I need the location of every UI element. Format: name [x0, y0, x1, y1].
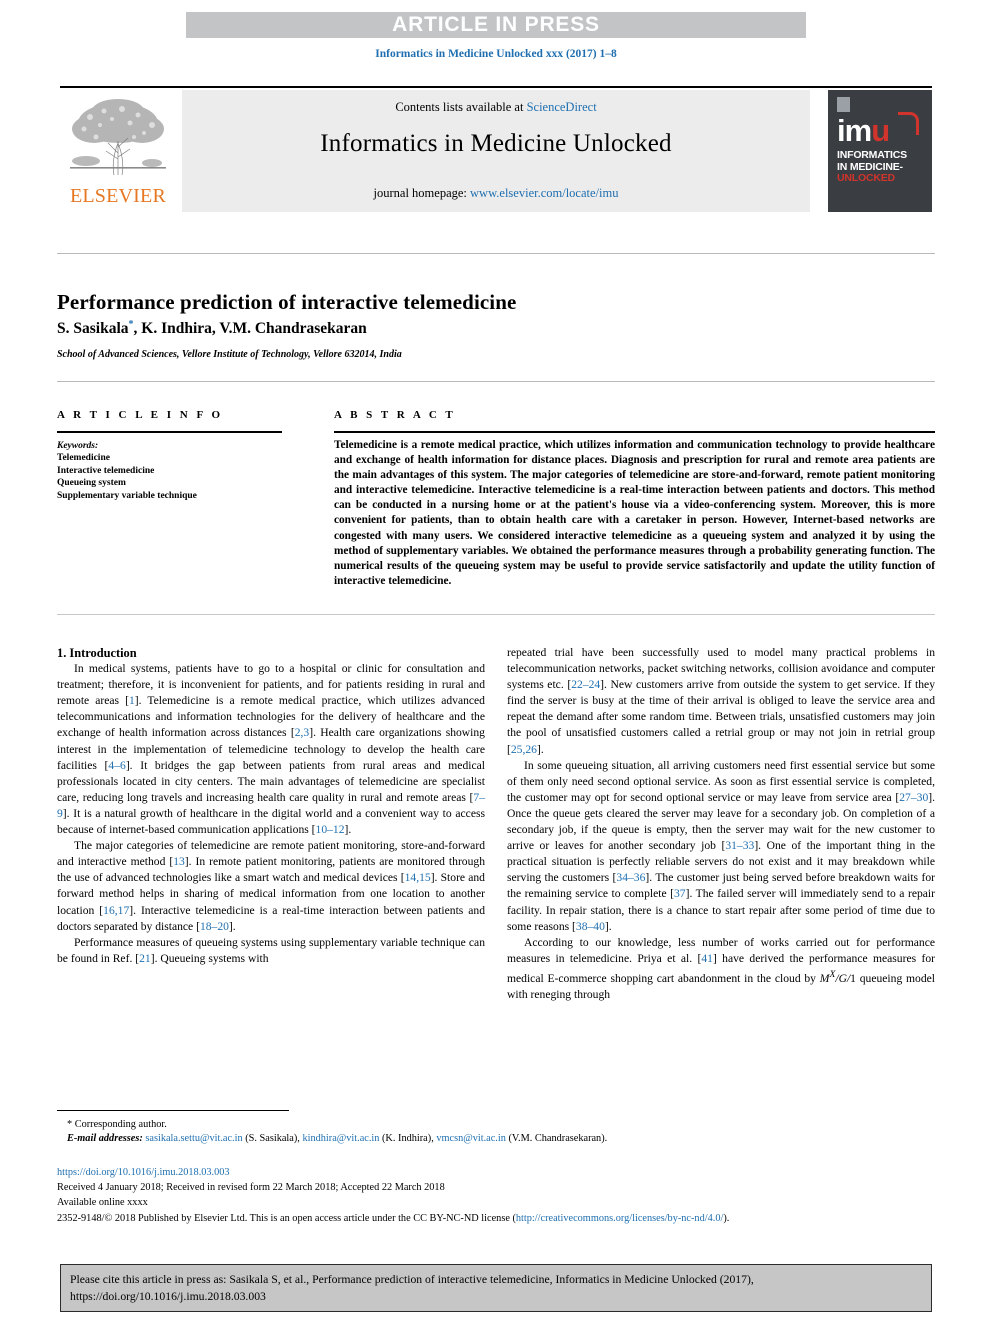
paragraph: The major categories of telemedicine are… — [57, 839, 485, 933]
contents-available-line: Contents lists available at ScienceDirec… — [182, 100, 810, 115]
publication-info-block: https://doi.org/10.1016/j.imu.2018.03.00… — [57, 1165, 947, 1226]
elsevier-tree-icon — [64, 95, 172, 181]
paragraph: According to our knowledge, less number … — [507, 935, 935, 1001]
paragraph: In medical systems, patients have to go … — [57, 662, 485, 837]
cover-stamp-icon — [837, 97, 850, 112]
email-owner-2: (K. Indhira) — [382, 1133, 432, 1144]
copyright-text-post: ). — [723, 1212, 730, 1224]
keyword-item: Telemedicine — [57, 453, 110, 464]
copyright-line: 2352-9148/© 2018 Published by Elsevier L… — [57, 1211, 947, 1226]
journal-homepage-line: journal homepage: www.elsevier.com/locat… — [182, 186, 810, 201]
footnote-rule — [57, 1110, 289, 1111]
sciencedirect-link[interactable]: ScienceDirect — [527, 100, 597, 114]
imu-journal-cover: imu INFORMATICS IN MEDICINE- UNLOCKED — [828, 90, 932, 212]
keyword-item: Interactive telemedicine — [57, 465, 155, 476]
keywords-block: Keywords: Telemedicine Interactive telem… — [57, 440, 297, 502]
doi-line: https://doi.org/10.1016/j.imu.2018.03.00… — [57, 1165, 947, 1180]
journal-homepage-link[interactable]: www.elsevier.com/locate/imu — [470, 186, 618, 200]
journal-masthead: ELSEVIER Contents lists available at Sci… — [60, 86, 932, 214]
author-affiliation: School of Advanced Sciences, Vellore Ins… — [57, 349, 402, 360]
keyword-item: Supplementary variable technique — [57, 490, 197, 501]
journal-reference-line: Informatics in Medicine Unlocked xxx (20… — [375, 48, 617, 60]
footnote-block: * Corresponding author. E-mail addresses… — [57, 1118, 937, 1146]
email-owner-1: (S. Sasikala) — [245, 1133, 298, 1144]
imu-cover-subtitle: INFORMATICS IN MEDICINE- UNLOCKED — [837, 149, 929, 185]
received-dates-line: Received 4 January 2018; Received in rev… — [57, 1182, 445, 1194]
email-link-1[interactable]: sasikala.settu@vit.ac.in — [145, 1133, 242, 1144]
body-column-left: 1. Introduction In medical systems, pati… — [57, 645, 485, 967]
imu-logo-im: im — [837, 113, 872, 148]
title-top-rule — [57, 253, 935, 254]
author-rest: , K. Indhira, V.M. Chandrasekaran — [133, 320, 367, 338]
elsevier-wordmark: ELSEVIER — [69, 185, 167, 207]
license-link[interactable]: http://creativecommons.org/licenses/by-n… — [516, 1213, 723, 1224]
copyright-text-pre: 2352-9148/© 2018 Published by Elsevier L… — [57, 1212, 516, 1224]
abstract-rule — [334, 431, 935, 433]
author-first: S. Sasikala — [57, 320, 129, 338]
homepage-prefix: journal homepage: — [373, 186, 471, 200]
page-title: Performance prediction of interactive te… — [57, 290, 517, 315]
abstract-text: Telemedicine is a remote medical practic… — [334, 439, 935, 587]
email-link-2[interactable]: kindhira@vit.ac.in — [302, 1133, 379, 1144]
keyword-item: Queueing system — [57, 478, 126, 489]
corresponding-marker: * — [67, 1119, 73, 1130]
body-top-rule — [57, 614, 935, 615]
available-online-line: Available online xxxx — [57, 1197, 148, 1209]
imu-logo-u: u — [871, 113, 890, 148]
title-bottom-rule — [57, 381, 935, 382]
imu-subtitle-line3: UNLOCKED — [837, 172, 895, 184]
journal-title: Informatics in Medicine Unlocked — [320, 130, 672, 157]
paragraph: In some queueing situation, all arriving… — [507, 758, 936, 933]
email-addresses-label: E-mail addresses: — [67, 1133, 143, 1144]
corresponding-author-note: * Corresponding author. — [57, 1118, 937, 1132]
cite-this-article-box: Please cite this article in press as: Sa… — [60, 1264, 932, 1312]
paragraph: Performance measures of queueing systems… — [57, 935, 485, 965]
imu-subtitle-line1: INFORMATICS — [837, 149, 907, 161]
article-in-press-label: ARTICLE IN PRESS — [392, 13, 600, 36]
email-owner-3: (V.M. Chandrasekaran) — [508, 1133, 605, 1144]
cite-line-2: https://doi.org/10.1016/j.imu.2018.03.00… — [70, 1289, 266, 1303]
elsevier-logo: ELSEVIER — [60, 93, 176, 212]
email-link-3[interactable]: vmcsn@vit.ac.in — [436, 1133, 506, 1144]
abstract-heading: A B S T R A C T — [334, 409, 456, 421]
article-info-rule — [57, 431, 282, 433]
author-list: S. Sasikala*, K. Indhira, V.M. Chandrase… — [57, 319, 757, 338]
masthead-top-rule — [60, 86, 932, 88]
email-addresses-line: E-mail addresses: sasikala.settu@vit.ac.… — [67, 1133, 608, 1144]
doi-link[interactable]: https://doi.org/10.1016/j.imu.2018.03.00… — [57, 1167, 230, 1178]
keywords-label: Keywords: — [57, 441, 99, 451]
corresponding-label: Corresponding author. — [74, 1119, 167, 1130]
article-info-heading: A R T I C L E I N F O — [57, 409, 224, 421]
masthead-center-band: Contents lists available at ScienceDirec… — [182, 90, 810, 212]
body-column-right: repeated trial have been successfully us… — [507, 645, 935, 1003]
article-in-press-banner: ARTICLE IN PRESS — [186, 12, 806, 38]
contents-available-prefix: Contents lists available at — [395, 100, 527, 114]
paragraph: repeated trial have been successfully us… — [507, 646, 935, 756]
cite-line-1: Please cite this article in press as: Sa… — [70, 1273, 754, 1286]
imu-hook-icon — [898, 112, 919, 135]
section-title-introduction: 1. Introduction — [57, 646, 137, 660]
